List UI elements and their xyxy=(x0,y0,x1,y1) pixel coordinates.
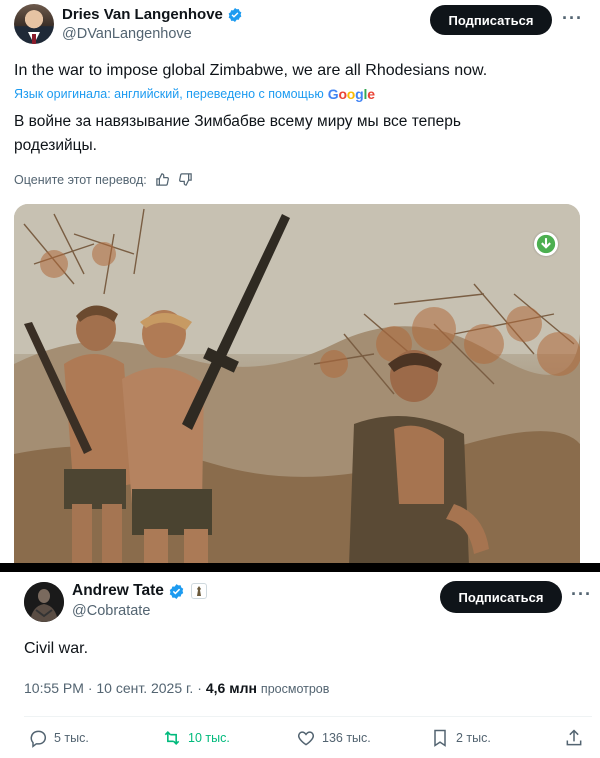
author-handle[interactable]: @DVanLangenhove xyxy=(62,26,192,42)
like-count: 136 тыс. xyxy=(322,731,371,745)
views-label: просмотров xyxy=(260,682,330,696)
screenshot-separator xyxy=(0,563,600,572)
photo-scene xyxy=(14,204,580,566)
thumbs-up-icon[interactable] xyxy=(155,172,170,187)
share-icon xyxy=(566,729,582,746)
repost-button[interactable]: 10 тыс. xyxy=(162,728,230,748)
tweet-meta: 10:55 PM · 10 сент. 2025 г. · 4,6 млн пр… xyxy=(24,680,329,696)
quoted-tweet: Dries Van Langenhove @DVanLangenhove Под… xyxy=(0,0,600,566)
reply-button[interactable]: 5 тыс. xyxy=(28,728,89,748)
author-name-row: Dries Van Langenhove xyxy=(62,6,243,23)
translation-note: Язык оригинала: английский, переведено с… xyxy=(14,86,375,102)
repost-count: 10 тыс. xyxy=(188,731,230,745)
avatar[interactable] xyxy=(14,4,54,44)
share-button[interactable] xyxy=(564,728,584,748)
divider xyxy=(24,716,592,717)
subscribe-button[interactable]: Подписаться xyxy=(430,5,552,35)
reply-icon xyxy=(30,730,47,748)
action-bar: 5 тыс. 10 тыс. 136 тыс. 2 тыс. xyxy=(24,728,592,752)
avatar-image xyxy=(24,582,64,622)
subscribe-button[interactable]: Подписаться xyxy=(440,581,562,613)
bookmark-button[interactable]: 2 тыс. xyxy=(430,728,491,748)
repost-icon xyxy=(164,731,180,745)
author-name[interactable]: Andrew Tate xyxy=(72,582,164,600)
download-icon xyxy=(536,234,556,254)
verified-badge-icon xyxy=(228,7,242,22)
google-logo: Google xyxy=(327,86,375,102)
author-name-row: Andrew Tate xyxy=(72,582,207,600)
tweet-text: In the war to impose global Zimbabwe, we… xyxy=(14,62,488,79)
translation-note-text: Язык оригинала: английский, переведено с… xyxy=(14,87,324,101)
author-handle[interactable]: @Cobratate xyxy=(72,603,150,619)
thumbs-down-icon[interactable] xyxy=(178,172,193,187)
translated-text: В войне за навязывание Зимбабве всему ми… xyxy=(14,113,461,154)
tweet: Andrew Tate @Cobratate Подписаться ··· C… xyxy=(0,572,600,758)
affiliate-badge-icon[interactable] xyxy=(190,583,207,599)
author-name[interactable]: Dries Van Langenhove xyxy=(62,6,223,23)
tweet-text: Civil war. xyxy=(24,640,89,657)
bookmark-icon xyxy=(434,729,446,747)
like-button[interactable]: 136 тыс. xyxy=(296,728,371,748)
rate-translation-label: Оцените этот перевод: xyxy=(14,172,147,187)
tweet-timestamp[interactable]: 10:55 PM · 10 сент. 2025 г. · xyxy=(24,680,202,696)
avatar[interactable] xyxy=(24,582,64,622)
bookmark-count: 2 тыс. xyxy=(456,731,491,745)
verified-badge-icon xyxy=(169,583,184,599)
more-options-button[interactable]: ··· xyxy=(571,584,592,605)
rate-translation: Оцените этот перевод: xyxy=(14,172,193,187)
download-button[interactable] xyxy=(534,232,558,256)
more-options-button[interactable]: ··· xyxy=(562,8,583,29)
views-count: 4,6 млн xyxy=(205,680,257,696)
reply-count: 5 тыс. xyxy=(54,731,89,745)
heart-icon xyxy=(297,731,315,746)
tweet-photo[interactable] xyxy=(14,204,580,566)
